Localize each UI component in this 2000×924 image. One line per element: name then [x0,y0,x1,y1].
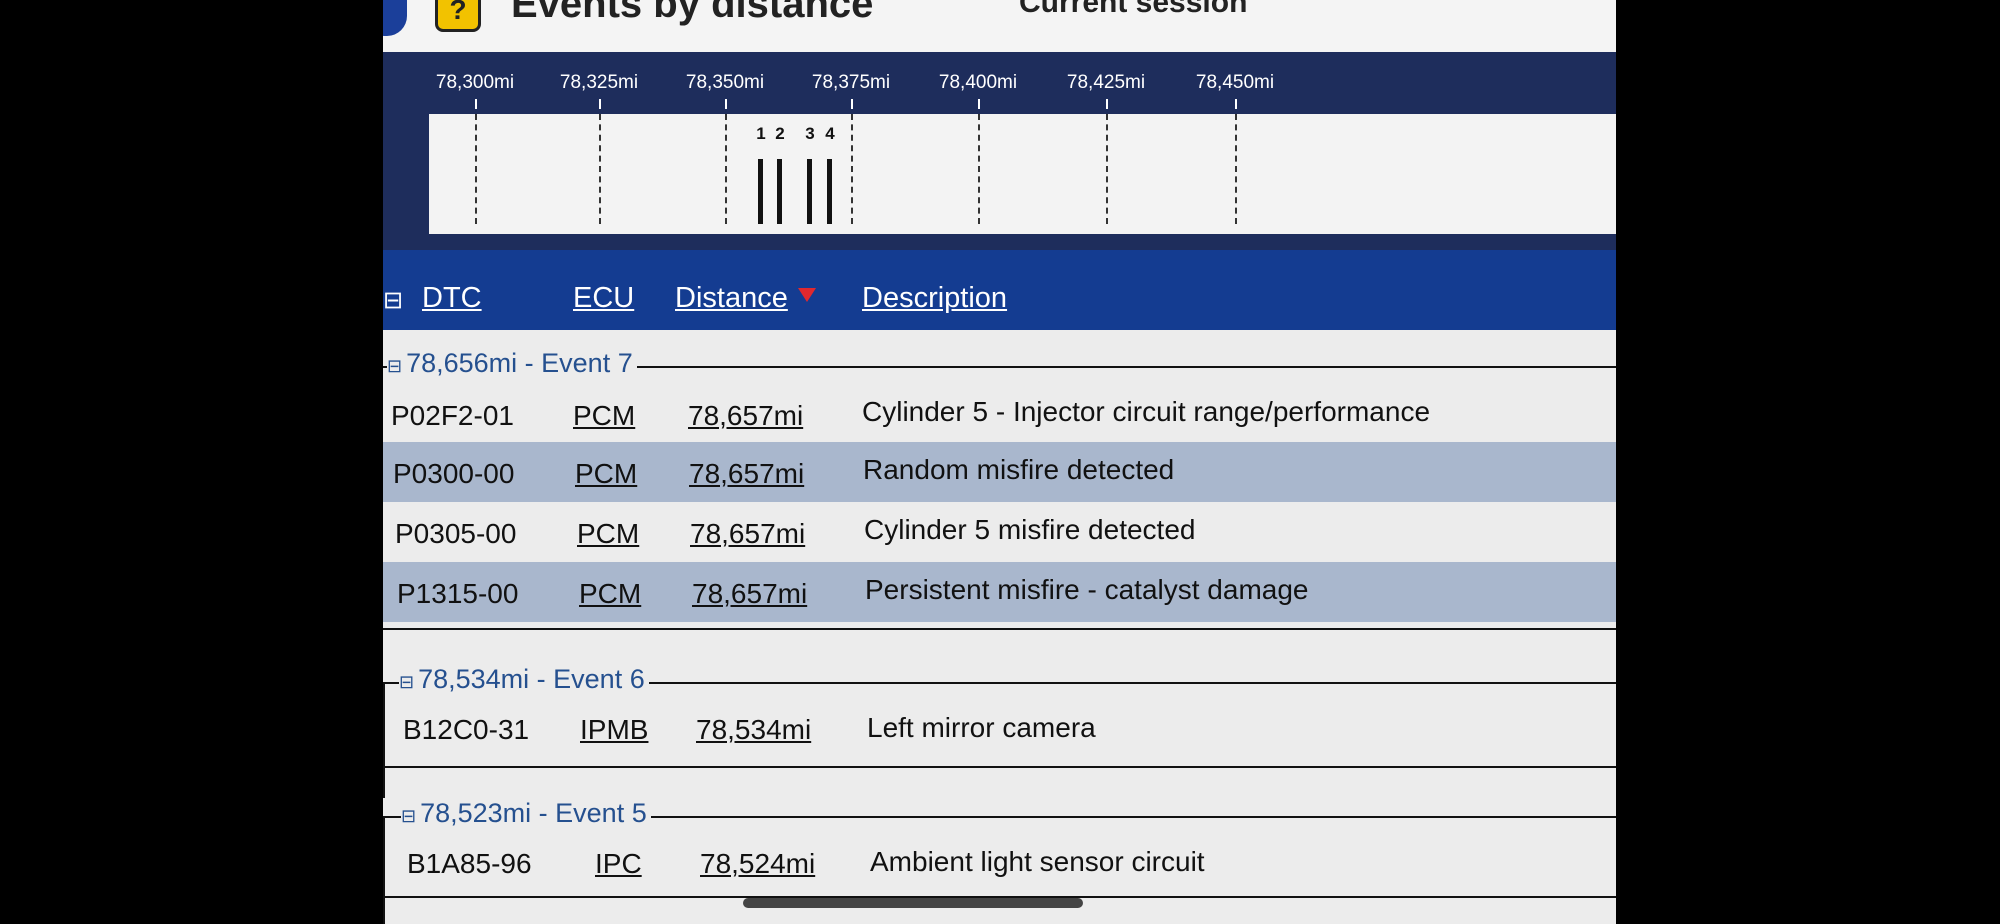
column-header-distance[interactable]: Distance [675,282,788,315]
column-header-dtc[interactable]: DTC [422,282,482,315]
distance-timeline: 78,300mi 78,325mi 78,350mi 78,375mi 78,4… [383,52,1616,260]
timeline-gridline [475,114,477,224]
description-cell: Cylinder 5 misfire detected [864,514,1196,545]
ecu-link[interactable]: PCM [575,458,637,490]
dtc-cell: P0305-00 [395,518,517,549]
timeline-gridline [1235,114,1237,224]
collapse-group-icon[interactable]: ⊟ [401,806,416,826]
dtc-cell: P02F2-01 [391,400,514,431]
event-marker-label: 1 [756,124,766,143]
distance-link[interactable]: 78,657mi [688,400,803,432]
table-header: ⊟ DTC ECU Distance Description [383,250,1616,330]
timeline-tick-mark [475,99,477,109]
timeline-tick-label: 78,375mi [811,72,891,93]
collapse-group-icon[interactable]: ⊟ [399,672,414,692]
events-table: ⊟ 78,656mi - Event 7 P02F2-01 PCM 78,657m… [383,330,1616,924]
event-marker-bar[interactable] [807,159,812,224]
panel-title: Events by distance [511,0,874,26]
timeline-tick-mark [1235,99,1237,109]
distance-link[interactable]: 78,657mi [690,518,805,550]
dtc-cell: B1A85-96 [407,848,532,879]
event-marker-label: 3 [805,124,815,143]
distance-link[interactable]: 78,657mi [689,458,804,490]
description-cell: Persistent misfire - catalyst damage [865,574,1309,605]
table-row[interactable]: P1315-00 PCM 78,657mi Persistent misfire… [383,562,1616,622]
timeline-gridline [1106,114,1108,224]
ecu-link[interactable]: PCM [579,578,641,610]
ecu-link[interactable]: IPMB [580,714,648,746]
timeline-tick-label: 78,350mi [685,72,765,93]
distance-link[interactable]: 78,657mi [692,578,807,610]
dtc-cell: P0300-00 [393,458,515,489]
description-cell: Cylinder 5 - Injector circuit range/perf… [862,396,1431,427]
description-cell: Random misfire detected [863,454,1175,485]
column-header-description[interactable]: Description [862,282,1007,315]
collapse-all-icon[interactable]: ⊟ [383,286,403,315]
table-row[interactable]: P0300-00 PCM 78,657mi Random misfire det… [383,442,1616,502]
timeline-tick-mark [725,99,727,109]
sort-descending-icon[interactable] [798,288,816,302]
distance-link[interactable]: 78,534mi [696,714,811,746]
timeline-tick-mark [599,99,601,109]
timeline-tick-mark [851,99,853,109]
ecu-link[interactable]: IPC [595,848,642,880]
timeline-gridline [851,114,853,224]
group-divider [383,766,1616,768]
event-group-header[interactable]: ⊟ 78,534mi - Event 6 [399,664,649,695]
ecu-link[interactable]: PCM [573,400,635,432]
timeline-axis: 78,300mi 78,325mi 78,350mi 78,375mi 78,4… [413,52,1616,112]
timeline-tick-label: 78,300mi [435,72,515,93]
timeline-tick-label: 78,450mi [1195,72,1275,93]
column-header-ecu[interactable]: ECU [573,282,634,315]
dtc-cell: P1315-00 [397,578,519,609]
ecu-link[interactable]: PCM [577,518,639,550]
panel-subtitle: Current session [1019,0,1248,19]
event-marker-bar[interactable] [777,159,782,224]
timeline-tick-mark [978,99,980,109]
table-row[interactable]: P0305-00 PCM 78,657mi Cylinder 5 misfire… [383,502,1616,562]
group-divider [383,628,1616,630]
event-marker-bar[interactable] [758,159,763,224]
timeline-tick-label: 78,425mi [1066,72,1146,93]
dtc-cell: B12C0-31 [403,714,530,745]
timeline-tick-label: 78,325mi [559,72,639,93]
timeline-tick-mark [1106,99,1108,109]
event-group-title: 78,534mi - Event 6 [418,664,645,694]
distance-link[interactable]: 78,524mi [700,848,815,880]
description-cell: Left mirror camera [867,712,1096,743]
collapse-group-icon[interactable]: ⊟ [387,356,402,376]
timeline-gridline [978,114,980,224]
event-group-header[interactable]: ⊟ 78,523mi - Event 5 [401,798,651,829]
table-row[interactable]: P02F2-01 PCM 78,657mi Cylinder 5 - Injec… [383,382,1616,442]
timeline-plot-area[interactable]: 1 2 3 4 [429,114,1616,234]
help-icon[interactable]: ? [435,0,481,32]
screen: ? Events by distance Current session 78,… [383,0,1616,924]
event-marker-label: 2 [775,124,785,143]
horizontal-scrollbar[interactable] [743,898,1083,908]
event-group-header[interactable]: ⊟ 78,656mi - Event 7 [387,348,637,379]
event-marker-label: 4 [825,124,835,143]
event-group-title: 78,523mi - Event 5 [420,798,647,828]
event-marker-bar[interactable] [827,159,832,224]
event-group-title: 78,656mi - Event 7 [406,348,633,378]
timeline-gridline [725,114,727,224]
timeline-gridline [599,114,601,224]
app-badge-icon [383,0,407,36]
timeline-tick-label: 78,400mi [938,72,1018,93]
table-row[interactable]: B1A85-96 IPC 78,524mi Ambient light sens… [383,834,1616,894]
panel-title-bar: ? Events by distance Current session [383,0,1616,52]
description-cell: Ambient light sensor circuit [870,846,1205,877]
table-row[interactable]: B12C0-31 IPMB 78,534mi Left mirror camer… [383,700,1616,760]
